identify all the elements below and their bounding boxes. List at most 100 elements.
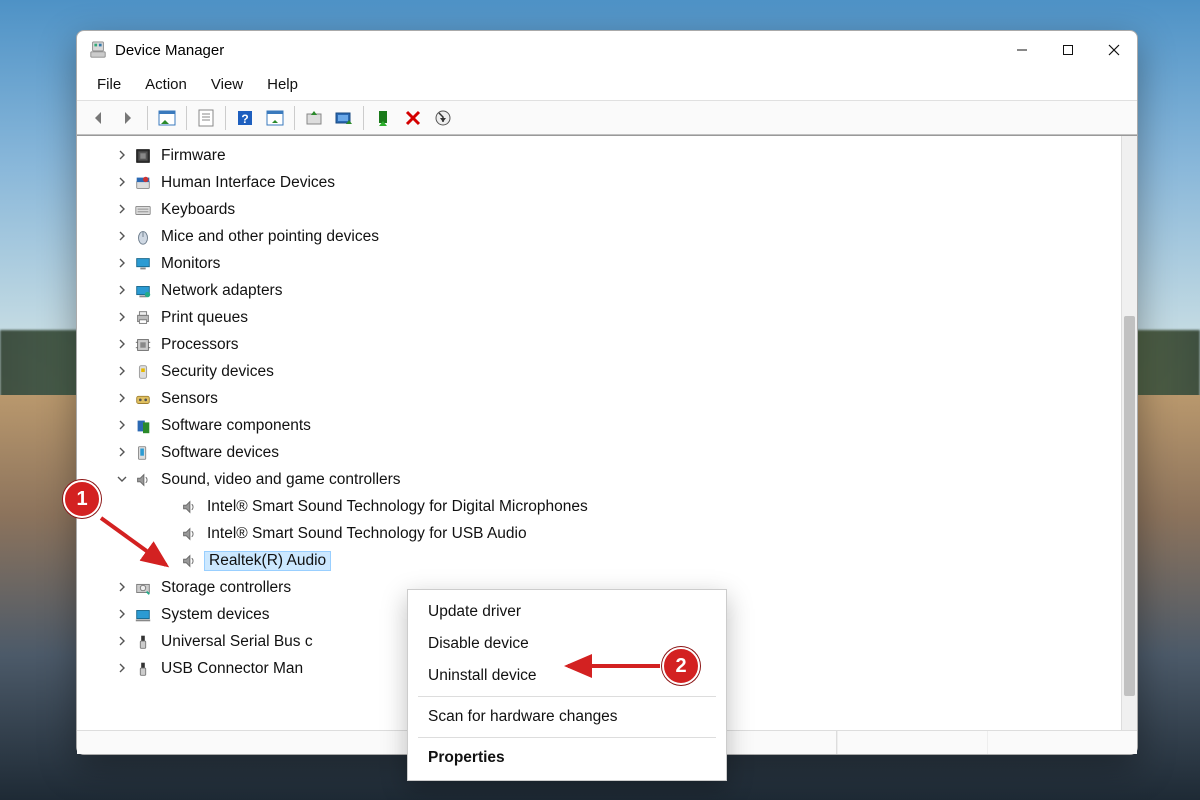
monitor-icon bbox=[133, 254, 153, 274]
expand-icon[interactable] bbox=[113, 176, 131, 190]
toolbar: ? bbox=[77, 101, 1137, 135]
context-menu-separator bbox=[418, 737, 716, 738]
tree-item-label: Intel® Smart Sound Technology for Digita… bbox=[205, 498, 590, 516]
sound-icon bbox=[133, 470, 153, 490]
expand-icon[interactable] bbox=[113, 338, 131, 352]
annotation-bubble-2: 2 bbox=[662, 647, 700, 685]
usb-icon bbox=[133, 659, 153, 679]
hid-icon bbox=[133, 173, 153, 193]
context-menu: Update driverDisable deviceUninstall dev… bbox=[407, 589, 727, 781]
context-menu-item[interactable]: Properties bbox=[408, 742, 726, 774]
tree-item[interactable]: Processors bbox=[77, 331, 1121, 358]
expand-icon[interactable] bbox=[113, 149, 131, 163]
menu-action[interactable]: Action bbox=[133, 72, 199, 97]
expand-icon[interactable] bbox=[113, 392, 131, 406]
context-menu-item[interactable]: Update driver bbox=[408, 596, 726, 628]
expand-icon[interactable] bbox=[113, 311, 131, 325]
tree-item-label: Sensors bbox=[159, 390, 220, 408]
tree-item-label: Intel® Smart Sound Technology for USB Au… bbox=[205, 525, 529, 543]
tree-item-label: Realtek(R) Audio bbox=[205, 552, 330, 570]
tree-item-label: Keyboards bbox=[159, 201, 237, 219]
firmware-icon bbox=[133, 146, 153, 166]
minimize-button[interactable] bbox=[999, 34, 1045, 66]
tree-item[interactable]: Intel® Smart Sound Technology for USB Au… bbox=[77, 520, 1121, 547]
tree-item[interactable]: Firmware bbox=[77, 142, 1121, 169]
swdev-icon bbox=[133, 443, 153, 463]
annotation-bubble-1: 1 bbox=[63, 480, 101, 518]
tree-item-label: Monitors bbox=[159, 255, 222, 273]
collapse-icon[interactable] bbox=[113, 473, 131, 487]
disable-device-button[interactable] bbox=[428, 105, 458, 131]
expand-icon[interactable] bbox=[113, 203, 131, 217]
forward-button[interactable] bbox=[113, 105, 143, 131]
expand-icon[interactable] bbox=[113, 581, 131, 595]
keyboard-icon bbox=[133, 200, 153, 220]
context-menu-separator bbox=[418, 696, 716, 697]
scan-hardware-button[interactable] bbox=[260, 105, 290, 131]
tree-item[interactable]: Intel® Smart Sound Technology for Digita… bbox=[77, 493, 1121, 520]
close-button[interactable] bbox=[1091, 34, 1137, 66]
tree-item-label: USB Connector Man bbox=[159, 660, 305, 678]
tree-item-label: Sound, video and game controllers bbox=[159, 471, 403, 489]
tree-item[interactable]: Security devices bbox=[77, 358, 1121, 385]
window-title: Device Manager bbox=[115, 42, 224, 59]
tree-item-label: Firmware bbox=[159, 147, 228, 165]
expand-icon[interactable] bbox=[113, 608, 131, 622]
security-icon bbox=[133, 362, 153, 382]
tree-item-label: Software devices bbox=[159, 444, 281, 462]
expand-icon[interactable] bbox=[113, 365, 131, 379]
tree-item-label: Mice and other pointing devices bbox=[159, 228, 381, 246]
tree-item[interactable]: Sensors bbox=[77, 385, 1121, 412]
tree-item[interactable]: Monitors bbox=[77, 250, 1121, 277]
tree-item-label: Human Interface Devices bbox=[159, 174, 337, 192]
printer-icon bbox=[133, 308, 153, 328]
titlebar[interactable]: Device Manager bbox=[77, 31, 1137, 69]
tree-item[interactable]: Human Interface Devices bbox=[77, 169, 1121, 196]
tree-item[interactable]: Sound, video and game controllers bbox=[77, 466, 1121, 493]
tree-item[interactable]: Realtek(R) Audio bbox=[77, 547, 1121, 574]
update-driver-button[interactable] bbox=[299, 105, 329, 131]
annotation-arrow-1 bbox=[96, 510, 186, 580]
enable-device-button[interactable] bbox=[368, 105, 398, 131]
context-menu-item[interactable]: Scan for hardware changes bbox=[408, 701, 726, 733]
expand-icon[interactable] bbox=[113, 635, 131, 649]
tree-item[interactable]: Mice and other pointing devices bbox=[77, 223, 1121, 250]
tree-item[interactable]: Network adapters bbox=[77, 277, 1121, 304]
properties-button[interactable] bbox=[191, 105, 221, 131]
show-hide-tree-button[interactable] bbox=[152, 105, 182, 131]
tree-item-label: Security devices bbox=[159, 363, 276, 381]
usb-icon bbox=[133, 632, 153, 652]
tree-item[interactable]: Keyboards bbox=[77, 196, 1121, 223]
expand-icon[interactable] bbox=[113, 284, 131, 298]
menu-view[interactable]: View bbox=[199, 72, 255, 97]
annotation-arrow-2 bbox=[560, 656, 670, 676]
tree-item-label: System devices bbox=[159, 606, 272, 624]
tree-item[interactable]: Print queues bbox=[77, 304, 1121, 331]
tree-item[interactable]: Software components bbox=[77, 412, 1121, 439]
tree-item-label: Software components bbox=[159, 417, 313, 435]
scrollbar[interactable] bbox=[1121, 136, 1137, 730]
tree-item-label: Print queues bbox=[159, 309, 250, 327]
uninstall-device-button[interactable] bbox=[398, 105, 428, 131]
menu-help[interactable]: Help bbox=[255, 72, 310, 97]
scrollbar-thumb[interactable] bbox=[1124, 316, 1135, 696]
expand-icon[interactable] bbox=[113, 662, 131, 676]
tree-item[interactable]: Software devices bbox=[77, 439, 1121, 466]
expand-icon[interactable] bbox=[113, 446, 131, 460]
maximize-button[interactable] bbox=[1045, 34, 1091, 66]
tree-item-label: Processors bbox=[159, 336, 241, 354]
system-icon bbox=[133, 605, 153, 625]
add-legacy-button[interactable] bbox=[329, 105, 359, 131]
expand-icon[interactable] bbox=[113, 419, 131, 433]
expand-icon[interactable] bbox=[113, 257, 131, 271]
expand-icon[interactable] bbox=[113, 230, 131, 244]
help-button[interactable]: ? bbox=[230, 105, 260, 131]
tree-item-label: Storage controllers bbox=[159, 579, 293, 597]
tree-item-label: Network adapters bbox=[159, 282, 284, 300]
app-icon bbox=[89, 41, 107, 59]
network-icon bbox=[133, 281, 153, 301]
menubar: File Action View Help bbox=[77, 69, 1137, 101]
back-button[interactable] bbox=[83, 105, 113, 131]
svg-text:?: ? bbox=[241, 112, 248, 126]
menu-file[interactable]: File bbox=[85, 72, 133, 97]
